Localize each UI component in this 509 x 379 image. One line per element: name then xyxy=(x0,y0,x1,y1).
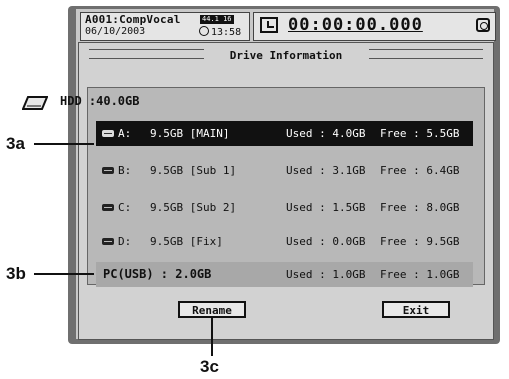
disk-icon xyxy=(102,167,114,174)
drive-used: Used : 4.0GB xyxy=(286,127,366,140)
leader-3a xyxy=(34,143,94,145)
drive-letter: A: xyxy=(118,127,132,140)
pc-free: Free : 1.0GB xyxy=(380,268,460,281)
drive-row-c[interactable]: C: 9.5GB [Sub 2] Used : 1.5GB Free : 8.0… xyxy=(96,195,473,220)
project-name: A001:CompVocal xyxy=(85,13,181,26)
disk-icon xyxy=(102,204,114,211)
hdd-capacity: HDD :40.0GB xyxy=(60,94,140,108)
drive-free: Free : 9.5GB xyxy=(380,235,460,248)
counter-display: 00:00:00.000 xyxy=(288,15,423,35)
callout-3c: 3c xyxy=(200,357,219,376)
drive-row-d[interactable]: D: 9.5GB [Fix] Used : 0.0GB Free : 9.5GB xyxy=(96,229,473,254)
clock-icon[interactable] xyxy=(260,17,278,33)
disk-icon xyxy=(102,238,114,245)
callout-3b: 3b xyxy=(6,264,26,283)
drive-free: Free : 6.4GB xyxy=(380,164,460,177)
pc-usb-row[interactable]: PC(USB) : 2.0GB Used : 1.0GB Free : 1.0G… xyxy=(96,262,473,287)
title-rule-right xyxy=(369,49,483,59)
drive-letter: C: xyxy=(118,201,132,214)
project-date: 06/10/2003 xyxy=(85,26,146,37)
leader-3b xyxy=(34,273,94,275)
drive-letter: B: xyxy=(118,164,132,177)
project-info: A001:CompVocal 44.1 16 06/10/2003 13:58 xyxy=(80,12,250,41)
project-time: 13:58 xyxy=(211,27,242,38)
drive-used: Used : 0.0GB xyxy=(286,235,366,248)
time-counter: 00:00:00.000 xyxy=(253,12,496,41)
time-icon xyxy=(199,26,209,36)
drive-used: Used : 1.5GB xyxy=(286,201,366,214)
pc-usb-capacity: PC(USB) : 2.0GB xyxy=(103,267,212,281)
project-time-wrap: 13:58 xyxy=(199,26,241,38)
dialog-title-bar: Drive Information xyxy=(79,45,493,63)
drive-row-b[interactable]: B: 9.5GB [Sub 1] Used : 3.1GB Free : 6.4… xyxy=(96,158,473,183)
drive-size: 9.5GB [Fix] xyxy=(150,235,223,248)
pc-used: Used : 1.0GB xyxy=(286,268,366,281)
callout-3a: 3a xyxy=(6,134,25,153)
alarm-icon[interactable] xyxy=(476,18,490,32)
drive-information-dialog: Drive Information xyxy=(78,42,494,340)
drive-size: 9.5GB [Sub 1] xyxy=(150,164,237,177)
drive-free: Free : 5.5GB xyxy=(380,127,460,140)
drive-free: Free : 8.0GB xyxy=(380,201,460,214)
leader-3c xyxy=(211,318,213,356)
drive-used: Used : 3.1GB xyxy=(286,164,366,177)
drive-letter: D: xyxy=(118,235,132,248)
drive-size: 9.5GB [MAIN] xyxy=(150,127,230,140)
hdd-icon xyxy=(22,96,48,110)
drive-panel xyxy=(87,87,485,285)
exit-button[interactable]: Exit xyxy=(382,301,450,318)
disk-icon xyxy=(102,130,114,137)
sample-rate-badge: 44.1 16 xyxy=(200,15,234,24)
drive-row-a[interactable]: A: 9.5GB [MAIN] Used : 4.0GB Free : 5.5G… xyxy=(96,121,473,146)
drive-size: 9.5GB [Sub 2] xyxy=(150,201,237,214)
rename-button[interactable]: Rename xyxy=(178,301,246,318)
